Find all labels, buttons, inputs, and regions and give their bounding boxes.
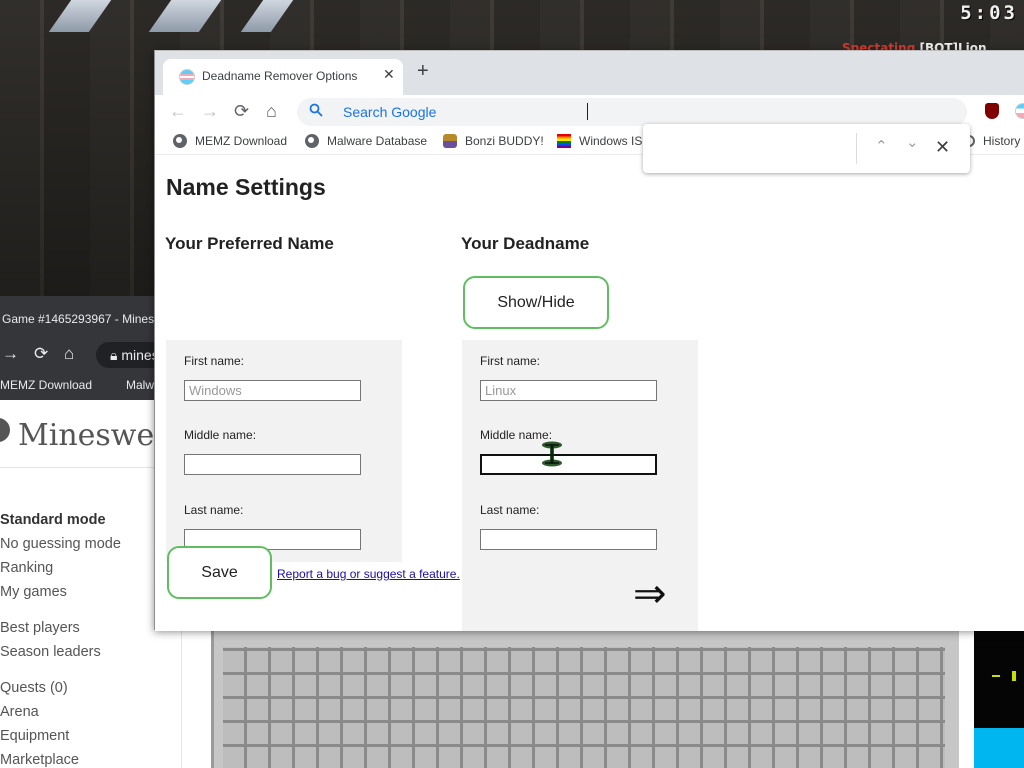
preferred-name-panel: First name: Middle name: Last name:	[166, 340, 402, 562]
chevron-down-icon[interactable]: ⌄	[906, 132, 919, 154]
trans-flag-favicon-icon	[179, 69, 195, 85]
home-icon[interactable]: ⌂	[266, 100, 277, 122]
preferred-middle-name-input[interactable]	[184, 454, 361, 475]
nav-ranking[interactable]: Ranking	[0, 560, 53, 576]
options-browser-window: Deadname Remover Options ✕ + ← → ⟳ ⌂ Sea…	[154, 50, 1024, 631]
skylight-window	[48, 0, 112, 32]
preferred-first-label: First name:	[184, 354, 245, 368]
bonzi-icon	[443, 133, 457, 148]
mine-logo-icon	[0, 418, 10, 442]
preferred-last-label: Last name:	[184, 503, 244, 517]
show-hide-button[interactable]: Show/Hide	[463, 276, 609, 329]
bookmark-memz-download[interactable]: MEMZ Download	[173, 133, 287, 151]
forward-icon[interactable]: →	[201, 100, 219, 122]
rainbow-flag-icon	[557, 133, 571, 148]
deadname-first-label: First name:	[480, 354, 541, 368]
nav-equipment[interactable]: Equipment	[0, 728, 69, 744]
deadname-first-name-input[interactable]	[480, 380, 657, 401]
nav-standard-mode[interactable]: Standard mode	[0, 512, 106, 528]
nav-quests[interactable]: Quests (0)	[0, 680, 68, 696]
deadname-middle-label: Middle name:	[480, 428, 553, 442]
trans-flag-extension-icon[interactable]	[1015, 103, 1024, 119]
chevron-up-icon[interactable]: ⌃	[875, 136, 888, 158]
skylight-window	[240, 0, 294, 32]
find-separator	[856, 133, 857, 164]
options-page: Name Settings Your Preferred Name Your D…	[155, 156, 1024, 631]
forward-icon[interactable]: →	[2, 344, 19, 364]
nav-arena[interactable]: Arena	[0, 704, 39, 720]
bookmark-malware-database[interactable]: Malware Database	[305, 133, 427, 151]
deadname-heading: Your Deadname	[461, 234, 590, 253]
deadname-last-name-input[interactable]	[480, 529, 657, 550]
bookmark-history[interactable]: History	[963, 133, 1020, 151]
preferred-middle-label: Middle name:	[184, 428, 257, 442]
lock-icon: 🔒︎	[110, 347, 118, 363]
find-input[interactable]	[655, 134, 855, 162]
nav-best-players[interactable]: Best players	[0, 620, 80, 636]
next-arrow-icon[interactable]: ⇒	[633, 574, 667, 614]
close-tab-icon[interactable]: ✕	[383, 66, 395, 83]
globe-icon	[173, 133, 187, 148]
deadname-last-label: Last name:	[480, 503, 540, 517]
game-clock: 5:03	[960, 2, 1018, 24]
new-tab-icon[interactable]: +	[417, 61, 429, 81]
tab-deadname-remover-options[interactable]: Deadname Remover Options ✕	[163, 59, 403, 95]
minesweeper-logo[interactable]: Minesweeper	[0, 400, 160, 468]
save-button[interactable]: Save	[167, 546, 272, 599]
globe-icon	[305, 133, 319, 148]
preferred-name-heading: Your Preferred Name	[165, 234, 334, 253]
back-icon[interactable]: ←	[169, 100, 187, 122]
deadname-middle-name-input[interactable]	[480, 454, 657, 475]
preferred-first-name-input[interactable]	[184, 380, 361, 401]
nav-my-games[interactable]: My games	[0, 584, 67, 600]
omnibox-placeholder: Search Google	[343, 104, 437, 120]
bookmark-windows-is[interactable]: Windows IS	[557, 133, 642, 151]
bookmark-memz[interactable]: MEMZ Download	[0, 378, 92, 392]
search-icon	[309, 103, 323, 117]
ublock-origin-icon[interactable]	[985, 103, 999, 119]
tab-strip: Deadname Remover Options ✕ +	[155, 51, 1024, 95]
side-game-view	[974, 631, 1024, 768]
reload-icon[interactable]: ⟳	[34, 344, 48, 364]
bookmark-bonzi-buddy[interactable]: Bonzi BUDDY!	[443, 133, 544, 151]
nav-no-guessing-mode[interactable]: No guessing mode	[0, 536, 121, 552]
reload-icon[interactable]: ⟳	[234, 100, 249, 122]
text-caret	[587, 103, 588, 120]
report-bug-link[interactable]: Report a bug or suggest a feature.	[277, 567, 460, 581]
tab-title: Deadname Remover Options	[202, 69, 358, 83]
close-icon[interactable]: ✕	[935, 136, 950, 158]
page-title: Name Settings	[166, 174, 326, 200]
omnibox[interactable]: Search Google	[297, 98, 967, 126]
nav-marketplace[interactable]: Marketplace	[0, 752, 79, 768]
find-in-page-bar: ⌃ ⌄ ✕	[643, 124, 970, 173]
minesweeper-board[interactable]	[223, 647, 945, 768]
skylight-window	[148, 0, 222, 32]
nav-season-leaders[interactable]: Season leaders	[0, 644, 101, 660]
text-cursor-icon	[542, 441, 562, 467]
home-icon[interactable]: ⌂	[64, 344, 74, 364]
